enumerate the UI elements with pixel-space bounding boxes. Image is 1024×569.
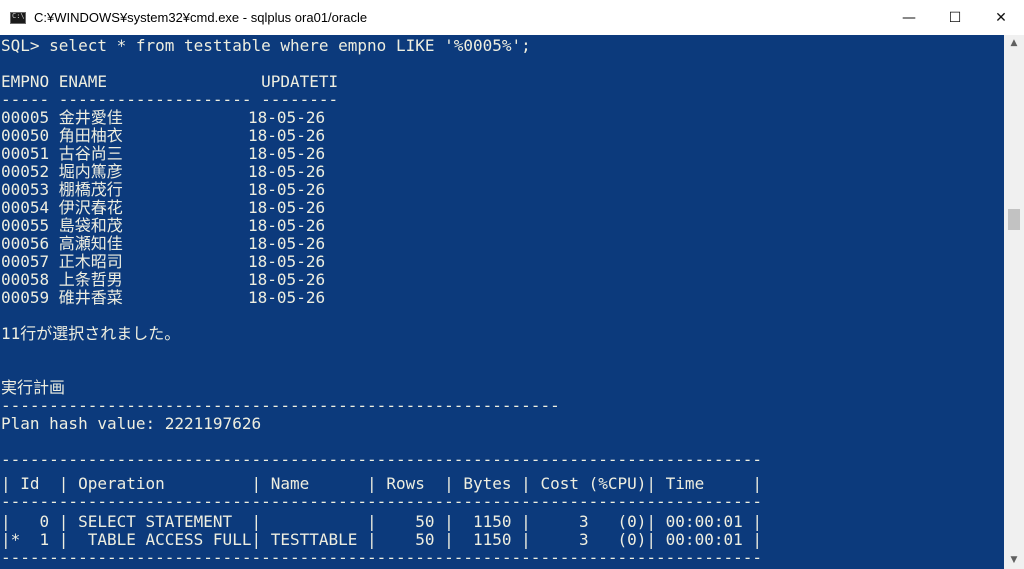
minimize-button[interactable]: —: [886, 0, 932, 35]
maximize-button[interactable]: ☐: [932, 0, 978, 35]
console-line: |* 1 | TABLE ACCESS FULL| TESTTABLE | 50…: [1, 530, 762, 549]
window-controls: — ☐ ✕: [886, 0, 1024, 35]
console-line: ----------------------------------------…: [1, 450, 762, 469]
console-line: 00055 島袋和茂 18-05-26: [1, 216, 326, 235]
vertical-scrollbar[interactable]: ▲ ▼: [1004, 35, 1024, 569]
console-line: EMPNO ENAME UPDATETI: [1, 72, 339, 91]
console-line: SQL> select * from testtable where empno…: [1, 36, 531, 55]
console-line: | Id | Operation | Name | Rows | Bytes |…: [1, 474, 762, 493]
console-output[interactable]: SQL> select * from testtable where empno…: [0, 35, 1004, 569]
console-line: ----------------------------------------…: [1, 548, 762, 567]
console-line: 00054 伊沢春花 18-05-26: [1, 198, 326, 217]
console-line: 00056 高瀬知佳 18-05-26: [1, 234, 326, 253]
console-line: 00052 堀内篤彦 18-05-26: [1, 162, 326, 181]
console-line: 00057 正木昭司 18-05-26: [1, 252, 326, 271]
scrollbar-thumb[interactable]: [1008, 209, 1020, 230]
console-line: 00051 古谷尚三 18-05-26: [1, 144, 326, 163]
arrow-down-icon[interactable]: ▼: [1004, 552, 1024, 569]
cmd-icon[interactable]: [10, 11, 26, 24]
console-line: ----------------------------------------…: [1, 492, 762, 511]
console-line: 00053 棚橋茂行 18-05-26: [1, 180, 326, 199]
console-line: 00050 角田柚衣 18-05-26: [1, 126, 326, 145]
console-line: ----- -------------------- --------: [1, 90, 339, 109]
console-line: 00059 碓井香菜 18-05-26: [1, 288, 326, 307]
title-bar[interactable]: C:¥WINDOWS¥system32¥cmd.exe - sqlplus or…: [0, 0, 1024, 36]
console-line: 00058 上条哲男 18-05-26: [1, 270, 326, 289]
close-button[interactable]: ✕: [978, 0, 1024, 35]
console-line: 00005 金井愛佳 18-05-26: [1, 108, 326, 127]
cmd-window: C:¥WINDOWS¥system32¥cmd.exe - sqlplus or…: [0, 0, 1024, 569]
console-line: 11行が選択されました。: [1, 324, 181, 343]
console-line: 実行計画: [1, 378, 66, 397]
arrow-up-icon[interactable]: ▲: [1004, 35, 1024, 52]
console-line: ----------------------------------------…: [1, 396, 560, 415]
console-line: Plan hash value: 2221197626: [1, 414, 262, 433]
window-title: C:¥WINDOWS¥system32¥cmd.exe - sqlplus or…: [34, 10, 368, 25]
console-line: | 0 | SELECT STATEMENT | | 50 | 1150 | 3…: [1, 512, 762, 531]
